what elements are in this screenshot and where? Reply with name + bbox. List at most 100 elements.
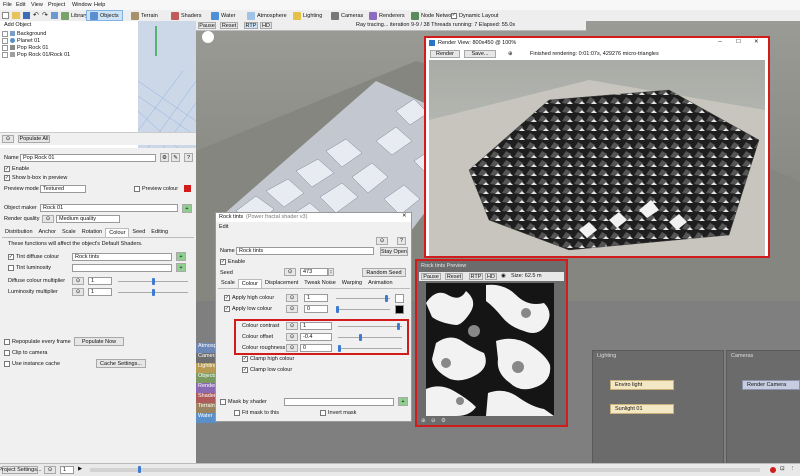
rock-tints-close-icon[interactable]: ✕ [402, 213, 407, 219]
shader-name-field[interactable]: Rock tints [236, 247, 374, 255]
menu-project[interactable]: Project [48, 2, 65, 8]
tab-water[interactable]: Water [208, 10, 238, 21]
menu-window[interactable]: Window [72, 2, 92, 8]
pause-button[interactable]: Pause [198, 22, 216, 29]
hd-button[interactable]: HD [260, 22, 272, 29]
edit-icon[interactable]: ✎ [171, 153, 180, 162]
expand-icon[interactable] [2, 37, 8, 44]
seed-field[interactable]: 473 [300, 268, 328, 276]
render-image[interactable] [429, 60, 765, 256]
tab-rotation[interactable]: Rotation [79, 228, 106, 237]
play-icon[interactable]: ▶ [78, 466, 82, 472]
save-icon[interactable] [23, 12, 30, 19]
preview-colour-checkbox[interactable] [134, 186, 140, 192]
minimize-icon[interactable]: ─ [718, 39, 722, 45]
diffuse-mult-field[interactable]: 1 [88, 277, 112, 285]
contrast-field[interactable]: 1 [300, 322, 332, 330]
tab-distribution[interactable]: Distribution [2, 228, 36, 237]
apply-high-checkbox[interactable]: ✓ [224, 295, 230, 301]
fullscreen-icon[interactable]: ⊡ [780, 466, 785, 472]
preview-reset-button[interactable]: Reset [445, 273, 463, 280]
record-icon[interactable] [770, 467, 776, 473]
preview-settings-icon[interactable]: ⚙ [441, 418, 446, 424]
contrast-knob[interactable] [397, 323, 400, 330]
show-bbox-checkbox[interactable]: ✓ [4, 175, 10, 181]
menu-edit[interactable]: Edit [16, 2, 25, 8]
preview-image[interactable] [426, 283, 554, 416]
tint-lum-field[interactable] [72, 264, 172, 272]
node-icon[interactable] [51, 12, 58, 19]
timeline[interactable] [90, 468, 760, 472]
shader-tab-tweak-noise[interactable]: Tweak Noise [301, 279, 339, 288]
apply-high-knob[interactable] [385, 295, 388, 302]
name-field[interactable]: Pop Rock 01 [20, 154, 156, 162]
tree-item-planet[interactable]: Planet 01 [2, 37, 132, 44]
tint-lum-link-button[interactable]: + [176, 263, 186, 272]
cache-settings-button[interactable]: Cache Settings... [96, 359, 146, 368]
shader-tab-scale[interactable]: Scale [218, 279, 238, 288]
node-enviro-light[interactable]: Enviro light [610, 380, 674, 390]
dynamic-layout-toggle[interactable]: ✓ Dynamic Layout [448, 10, 501, 21]
roughness-tools[interactable]: ⊙ [286, 344, 298, 352]
clip-checkbox[interactable] [4, 350, 10, 356]
populate-all-button[interactable]: Populate All [18, 135, 50, 143]
open-folder-icon[interactable] [12, 12, 20, 19]
lum-mult-knob[interactable] [152, 289, 155, 296]
preview-colour-swatch[interactable] [184, 185, 191, 192]
rtp-button[interactable]: RTP [244, 22, 258, 29]
expand-icon[interactable] [2, 51, 8, 58]
preview-hd-button[interactable]: HD [485, 273, 497, 280]
add-object-button[interactable]: Add Object [4, 22, 31, 28]
tab-scale[interactable]: Scale [59, 228, 79, 237]
seed-spinner[interactable]: ↕ [328, 268, 334, 276]
preview-rtp-button[interactable]: RTP [469, 273, 483, 280]
tree-item-rock[interactable]: Pop Rock 01/Rock 01 [2, 51, 132, 58]
offset-slider[interactable] [338, 337, 402, 338]
gear-icon[interactable]: ⚙ [160, 153, 169, 162]
lum-mult-field[interactable]: 1 [88, 288, 112, 296]
seed-tools[interactable]: ⊙ [284, 268, 296, 276]
low-colour-swatch[interactable] [395, 305, 404, 314]
tree-item-background[interactable]: Background [2, 30, 132, 37]
fit-mask-checkbox[interactable] [234, 410, 240, 416]
preview-camera-icon[interactable]: ◉ [501, 273, 506, 279]
shader-help-button[interactable]: ? [397, 237, 406, 245]
render-quality-select[interactable]: Medium quality [56, 215, 120, 223]
object-maker-link-button[interactable]: + [182, 204, 192, 213]
expand-icon[interactable] [2, 30, 8, 37]
maximize-icon[interactable]: ☐ [736, 39, 741, 45]
diffuse-mult-knob[interactable] [152, 278, 155, 285]
preview-mode-select[interactable]: Textured [40, 185, 86, 193]
clamp-low-checkbox[interactable]: ✓ [242, 367, 248, 373]
lum-mult-tools[interactable]: ⊙ [72, 288, 84, 296]
invert-mask-checkbox[interactable] [320, 410, 326, 416]
menu-view[interactable]: View [31, 2, 43, 8]
tab-anchor[interactable]: Anchor [36, 228, 59, 237]
preview-zoom-out-icon[interactable]: ⊖ [431, 418, 436, 424]
tab-editing[interactable]: Editing [148, 228, 171, 237]
tab-colour[interactable]: Colour [105, 228, 130, 237]
tab-shaders[interactable]: Shaders [168, 10, 205, 21]
apply-high-field[interactable]: 1 [304, 294, 328, 302]
tree-item-pop-rock[interactable]: Pop Rock 01 [2, 44, 132, 51]
tab-atmosphere[interactable]: Atmosphere [244, 10, 290, 21]
enable-checkbox[interactable]: ✓ [4, 166, 10, 172]
stay-open-button[interactable]: Stay Open [380, 247, 408, 256]
menu-file[interactable]: File [3, 2, 12, 8]
close-icon[interactable]: ✕ [754, 39, 759, 45]
tint-diffuse-field[interactable]: Rock tints [72, 253, 172, 261]
reset-button[interactable]: Reset [220, 22, 238, 29]
high-colour-swatch[interactable] [395, 294, 404, 303]
offset-field[interactable]: -0.4 [300, 333, 332, 341]
apply-low-tools[interactable]: ⊙ [286, 305, 298, 313]
contrast-slider[interactable] [338, 326, 402, 327]
populate-now-button[interactable]: Populate Now [74, 337, 124, 346]
contrast-tools[interactable]: ⊙ [286, 322, 298, 330]
apply-high-slider[interactable] [336, 298, 390, 299]
instance-cache-checkbox[interactable] [4, 361, 10, 367]
timeline-marker[interactable] [138, 466, 141, 473]
tab-cameras[interactable]: Cameras [328, 10, 366, 21]
mask-field[interactable] [284, 398, 394, 406]
roughness-field[interactable]: 0 [300, 344, 332, 352]
shader-tab-displacement[interactable]: Displacement [262, 279, 301, 288]
